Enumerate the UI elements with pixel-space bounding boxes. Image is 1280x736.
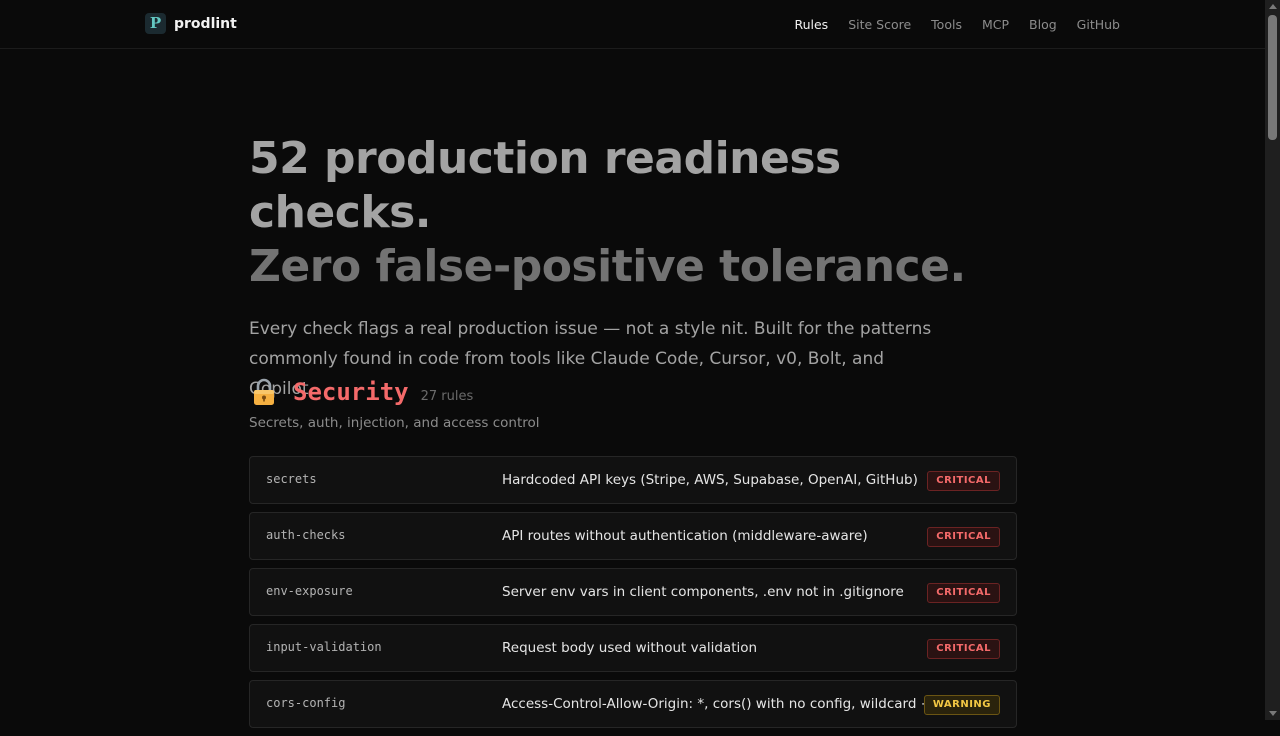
rule-description: Server env vars in client components, .e… xyxy=(502,584,904,600)
hero-heading: 52 production readiness checks. Zero fal… xyxy=(249,132,1029,294)
nav-link-blog[interactable]: Blog xyxy=(1029,17,1057,32)
rule-row[interactable]: auth-checks API routes without authentic… xyxy=(249,512,1017,560)
nav-link-rules[interactable]: Rules xyxy=(794,17,828,32)
rule-row[interactable]: secrets Hardcoded API keys (Stripe, AWS,… xyxy=(249,456,1017,504)
scroll-up-arrow-icon[interactable] xyxy=(1269,4,1277,9)
main-nav: Rules Site Score Tools MCP Blog GitHub xyxy=(794,17,1120,32)
scroll-down-arrow-icon[interactable] xyxy=(1269,711,1277,716)
brand-logo-link[interactable]: P prodlint xyxy=(145,13,237,34)
nav-link-github[interactable]: GitHub xyxy=(1077,17,1120,32)
rule-description: Hardcoded API keys (Stripe, AWS, Supabas… xyxy=(502,472,918,488)
hero-heading-line-2: Zero false-positive tolerance. xyxy=(249,241,966,292)
rule-name: input-validation xyxy=(266,640,382,654)
rule-name: env-exposure xyxy=(266,584,353,598)
nav-link-mcp[interactable]: MCP xyxy=(982,17,1009,32)
rule-row[interactable]: cors-config Access-Control-Allow-Origin:… xyxy=(249,680,1017,728)
security-section-header: Security 27 rules xyxy=(252,372,473,406)
rule-description: API routes without authentication (middl… xyxy=(502,528,868,544)
rule-row[interactable]: input-validation Request body used witho… xyxy=(249,624,1017,672)
vertical-scrollbar[interactable] xyxy=(1265,0,1280,720)
logo-icon: P xyxy=(145,13,166,34)
rule-row[interactable]: env-exposure Server env vars in client c… xyxy=(249,568,1017,616)
rule-description: Access-Control-Allow-Origin: *, cors() w… xyxy=(502,696,933,712)
nav-link-site-score[interactable]: Site Score xyxy=(848,17,911,32)
severity-badge: CRITICAL xyxy=(927,583,1000,603)
severity-badge: CRITICAL xyxy=(927,639,1000,659)
top-navigation-bar: P prodlint Rules Site Score Tools MCP Bl… xyxy=(0,0,1265,49)
severity-badge: CRITICAL xyxy=(927,471,1000,491)
rule-name: cors-config xyxy=(266,696,346,710)
rule-name: auth-checks xyxy=(266,528,346,542)
brand-name: prodlint xyxy=(174,15,237,32)
section-rule-count: 27 rules xyxy=(420,389,474,404)
hero-heading-line-1: 52 production readiness checks. xyxy=(249,133,841,238)
lock-icon xyxy=(254,378,274,405)
scrollbar-thumb[interactable] xyxy=(1268,15,1277,140)
severity-badge: CRITICAL xyxy=(927,527,1000,547)
rules-list: secrets Hardcoded API keys (Stripe, AWS,… xyxy=(249,456,1017,736)
severity-badge: WARNING xyxy=(923,695,1000,715)
section-description: Secrets, auth, injection, and access con… xyxy=(249,415,540,431)
section-title: Security xyxy=(293,378,409,406)
rule-name: secrets xyxy=(266,472,317,486)
nav-link-tools[interactable]: Tools xyxy=(931,17,962,32)
hero-section: 52 production readiness checks. Zero fal… xyxy=(249,132,1029,404)
rule-description: Request body used without validation xyxy=(502,640,758,656)
